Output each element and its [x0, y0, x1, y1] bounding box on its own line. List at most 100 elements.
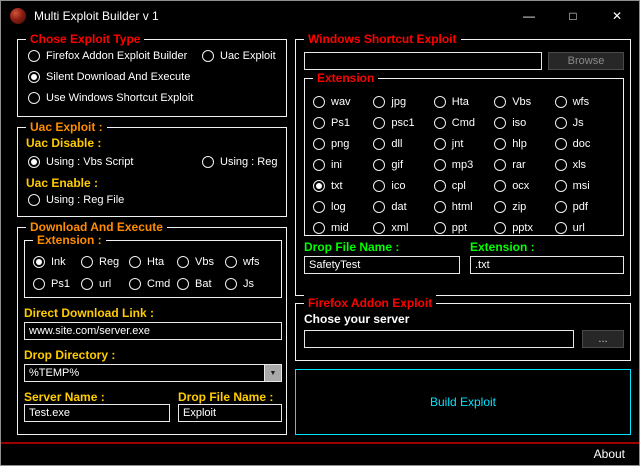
- radio-uac-exploit[interactable]: Uac Exploit: [202, 50, 276, 62]
- radio-label: log: [331, 200, 346, 213]
- radio-label: iso: [512, 116, 527, 129]
- firefox-server-input[interactable]: [304, 330, 574, 348]
- window-controls: — □ ✕: [507, 1, 639, 31]
- extension-radio-option[interactable]: pdf: [554, 200, 615, 213]
- radio-icon: [313, 200, 325, 213]
- extension-radio-option[interactable]: ico: [373, 179, 433, 192]
- radio-firefox-addon-exploit-builder[interactable]: Firefox Addon Exploit Builder: [28, 50, 187, 62]
- radio-label: Bat: [195, 278, 212, 290]
- extension-radio-option[interactable]: Reg: [81, 256, 129, 268]
- extension-radio-option[interactable]: ini: [313, 158, 373, 171]
- firefox-browse-button[interactable]: ...: [582, 330, 624, 348]
- extension-radio-option[interactable]: ppt: [433, 221, 494, 234]
- extension-radio-option[interactable]: Hta: [129, 256, 177, 268]
- extension-radio-option[interactable]: mid: [313, 221, 373, 234]
- window-title: Multi Exploit Builder v 1: [34, 9, 159, 23]
- minimize-icon[interactable]: —: [507, 1, 551, 31]
- maximize-icon[interactable]: □: [551, 1, 595, 31]
- radio-label: hlp: [512, 137, 527, 150]
- extension-radio-option[interactable]: zip: [494, 200, 554, 213]
- shortcut-drop-file-input[interactable]: [304, 256, 460, 274]
- app-icon: [10, 8, 26, 24]
- drop-directory-combobox[interactable]: %TEMP% ▼: [24, 364, 282, 382]
- extension-radio-option[interactable]: jnt: [433, 137, 494, 150]
- radio-use-windows-shortcut-exploit[interactable]: Use Windows Shortcut Exploit: [28, 92, 193, 104]
- radio-icon: [225, 278, 237, 290]
- radio-icon: [373, 200, 386, 213]
- download-extension-group: Extension : Ink Reg Hta Vbs wfs Ps1 url …: [24, 232, 282, 298]
- radio-label: Vbs: [512, 95, 532, 108]
- radio-using-reg[interactable]: Using : Reg: [202, 156, 277, 168]
- radio-icon: [373, 158, 386, 171]
- about-link[interactable]: About: [594, 447, 625, 461]
- extension-radio-option[interactable]: txt: [313, 179, 373, 192]
- extension-radio-option[interactable]: log: [313, 200, 373, 213]
- radio-icon: [313, 221, 325, 234]
- extension-radio-option[interactable]: url: [81, 278, 129, 290]
- extension-radio-option[interactable]: hlp: [494, 137, 554, 150]
- radio-label: txt: [331, 179, 343, 192]
- radio-using-reg-file[interactable]: Using : Reg File: [28, 194, 124, 206]
- extension-radio-option[interactable]: Cmd: [129, 278, 177, 290]
- extension-radio-option[interactable]: Vbs: [177, 256, 225, 268]
- extension-radio-option[interactable]: xls: [554, 158, 615, 171]
- extension-radio-option[interactable]: Ps1: [313, 116, 373, 129]
- extension-radio-option[interactable]: png: [313, 137, 373, 150]
- extension-radio-option[interactable]: Js: [554, 116, 615, 129]
- radio-icon: [554, 158, 567, 171]
- radio-icon: [28, 92, 40, 104]
- extension-radio-option[interactable]: wfs: [225, 256, 273, 268]
- radio-icon: [313, 158, 325, 171]
- shortcut-extension-label: Extension :: [470, 240, 535, 254]
- radio-icon: [373, 116, 386, 129]
- extension-radio-option[interactable]: cpl: [433, 179, 494, 192]
- shortcut-extension-options: wav jpg Hta Vbs wfs Ps1 psc1 Cmd iso Js …: [313, 91, 615, 238]
- browse-button[interactable]: Browse: [548, 52, 624, 70]
- extension-radio-option[interactable]: rar: [494, 158, 554, 171]
- extension-radio-option[interactable]: gif: [373, 158, 433, 171]
- radio-silent-download-and-execute[interactable]: Silent Download And Execute: [28, 71, 190, 83]
- extension-radio-option[interactable]: psc1: [373, 116, 433, 129]
- uac-enable-label: Uac Enable :: [26, 176, 99, 190]
- extension-radio-option[interactable]: ocx: [494, 179, 554, 192]
- extension-radio-option[interactable]: Js: [225, 278, 273, 290]
- extension-radio-option[interactable]: wav: [313, 95, 373, 108]
- radio-label: Cmd: [147, 278, 171, 290]
- radio-using-vbs-script[interactable]: Using : Vbs Script: [28, 156, 133, 168]
- extension-radio-option[interactable]: iso: [494, 116, 554, 129]
- extension-radio-option[interactable]: Ps1: [33, 278, 81, 290]
- close-icon[interactable]: ✕: [595, 1, 639, 31]
- radio-icon: [433, 221, 446, 234]
- build-exploit-button[interactable]: Build Exploit: [295, 369, 631, 435]
- extension-radio-option[interactable]: xml: [373, 221, 433, 234]
- extension-radio-option[interactable]: Bat: [177, 278, 225, 290]
- shortcut-extension-input[interactable]: [470, 256, 624, 274]
- direct-download-link-input[interactable]: [24, 322, 282, 340]
- drop-file-name-input[interactable]: [178, 404, 282, 422]
- extension-radio-option[interactable]: msi: [554, 179, 615, 192]
- download-execute-group: Download And Execute Extension : Ink Reg…: [17, 219, 287, 435]
- extension-radio-option[interactable]: mp3: [433, 158, 494, 171]
- extension-radio-option[interactable]: jpg: [373, 95, 433, 108]
- radio-label: ppt: [451, 221, 468, 234]
- radio-icon: [313, 95, 325, 108]
- extension-radio-option[interactable]: Hta: [433, 95, 494, 108]
- radio-icon: [494, 158, 507, 171]
- radio-icon: [433, 95, 446, 108]
- radio-icon: [313, 179, 325, 192]
- chevron-down-icon[interactable]: ▼: [264, 365, 281, 381]
- radio-label: Using : Reg: [220, 156, 278, 168]
- extension-radio-option[interactable]: dat: [373, 200, 433, 213]
- extension-radio-option[interactable]: Vbs: [494, 95, 554, 108]
- extension-radio-option[interactable]: url: [554, 221, 615, 234]
- extension-radio-option[interactable]: Ink: [33, 256, 81, 268]
- extension-radio-option[interactable]: pptx: [494, 221, 554, 234]
- extension-radio-option[interactable]: html: [433, 200, 494, 213]
- server-name-input[interactable]: [24, 404, 170, 422]
- extension-radio-option[interactable]: Cmd: [433, 116, 494, 129]
- extension-radio-option[interactable]: wfs: [554, 95, 615, 108]
- shortcut-target-input[interactable]: [304, 52, 542, 70]
- extension-radio-option[interactable]: dll: [373, 137, 433, 150]
- titlebar[interactable]: Multi Exploit Builder v 1 — □ ✕: [1, 1, 639, 31]
- extension-radio-option[interactable]: doc: [554, 137, 615, 150]
